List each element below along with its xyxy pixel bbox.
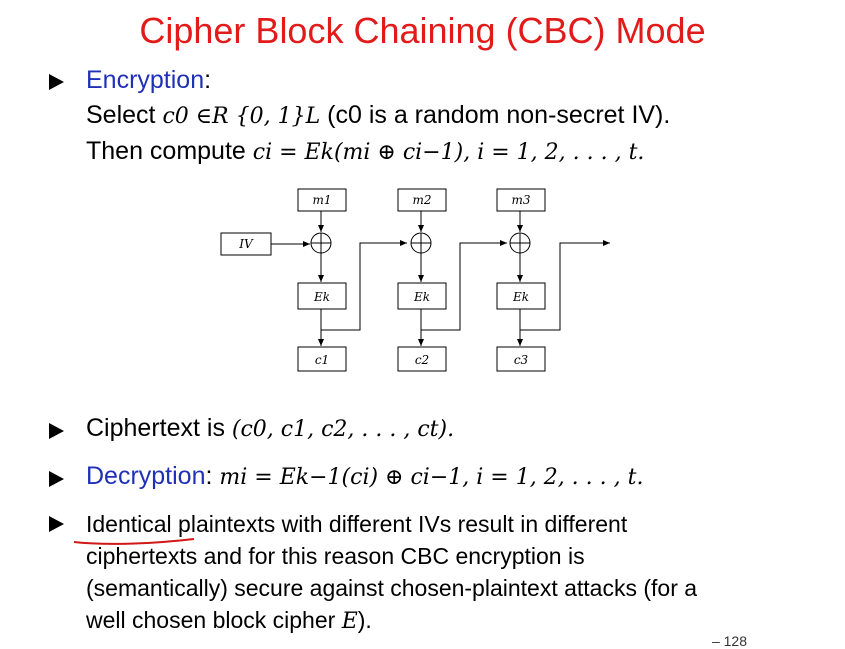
encryption-colon: : bbox=[204, 66, 212, 94]
plaintext-label-3: m3 bbox=[511, 193, 530, 207]
identical-line-4-end: ). bbox=[357, 607, 372, 633]
select-line: Select c0 ∈R {0, 1}L (c0 is a random non… bbox=[86, 101, 670, 130]
slide-title: Cipher Block Chaining (CBC) Mode bbox=[139, 10, 706, 51]
encryption-label: Encryption bbox=[86, 66, 205, 94]
ciphertext-label-1: c1 bbox=[315, 353, 329, 367]
encrypt-label-3: Ek bbox=[512, 290, 529, 304]
cipher-symbol: E bbox=[341, 609, 358, 634]
decryption-colon: : bbox=[205, 462, 213, 490]
identical-paragraph: Identical plaintexts with different IVs … bbox=[86, 508, 697, 638]
plaintext-label-2: m2 bbox=[412, 193, 431, 207]
ciphertext-text: Ciphertext is bbox=[86, 414, 225, 442]
compute-line: Then compute ci = Ek(mi ⊕ ci−1), i = 1, … bbox=[86, 137, 644, 166]
encryption-heading: Encryption: bbox=[86, 66, 211, 95]
red-underline-annotation bbox=[73, 538, 195, 545]
compute-word: Then compute bbox=[86, 137, 246, 165]
identical-line-3: (semantically) secure against chosen-pla… bbox=[86, 575, 698, 601]
ciphertext-label-3: c3 bbox=[514, 353, 529, 367]
bullet-marker bbox=[49, 74, 64, 90]
ciphertext-label-2: c2 bbox=[415, 353, 429, 367]
decryption-label: Decryption bbox=[86, 462, 206, 490]
decryption-line: Decryption: mi = Ek−1(ci) ⊕ ci−1, i = 1,… bbox=[86, 462, 643, 491]
bullet-marker bbox=[49, 423, 64, 439]
bullet-marker bbox=[49, 471, 64, 487]
bullet-marker bbox=[49, 516, 64, 532]
encrypt-label-1: Ek bbox=[313, 290, 330, 304]
compute-math: ci = Ek(mi ⊕ ci−1), i = 1, 2, . . . , t. bbox=[252, 140, 645, 165]
encrypt-label-2: Ek bbox=[413, 290, 430, 304]
select-word: Select bbox=[86, 101, 156, 129]
iv-label: IV bbox=[238, 237, 254, 251]
cbc-diagram: IV m1 Ek c1 m2 Ek c2 m3 Ek c3 bbox=[220, 188, 610, 372]
ciphertext-math: (c0, c1, c2, . . . , ct). bbox=[231, 417, 455, 442]
select-math: c0 ∈R {0, 1}L bbox=[162, 104, 321, 129]
identical-line-4: well chosen block cipher E). bbox=[86, 604, 697, 638]
ciphertext-line: Ciphertext is (c0, c1, c2, . . . , ct). bbox=[86, 414, 454, 443]
select-note: (c0 is a random non-secret IV). bbox=[327, 101, 671, 129]
identical-line-4-text: well chosen block cipher bbox=[86, 607, 336, 633]
decryption-math: mi = Ek−1(ci) ⊕ ci−1, i = 1, 2, . . . , … bbox=[219, 465, 644, 490]
plaintext-label-1: m1 bbox=[312, 193, 331, 207]
page-number: – 128 bbox=[711, 633, 747, 649]
